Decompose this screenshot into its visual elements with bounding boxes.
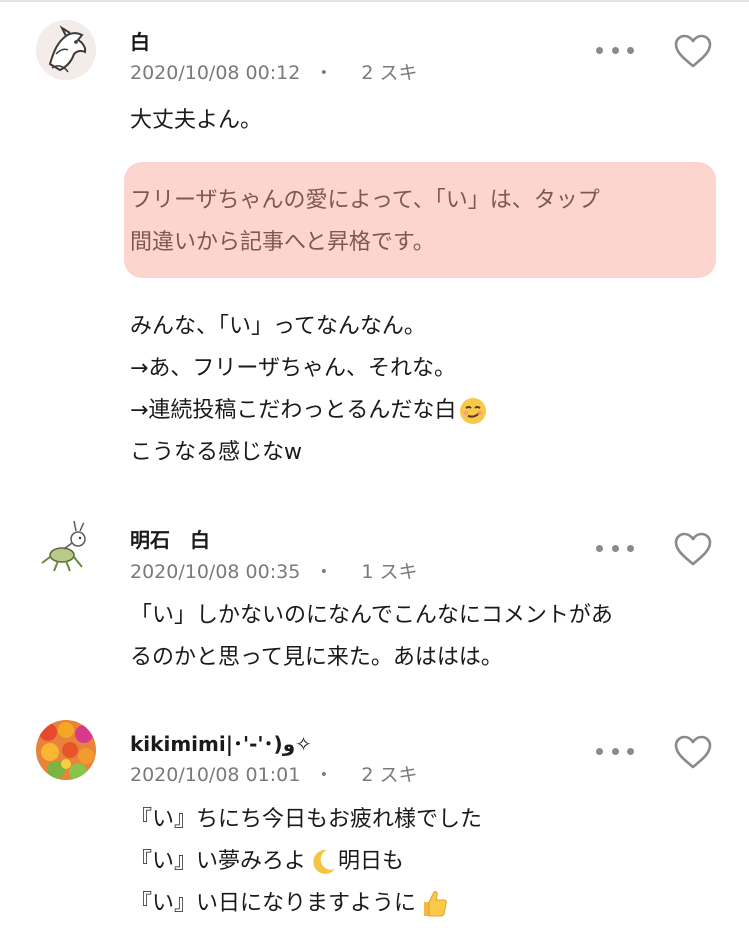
smirk-emoji-icon [460,398,487,424]
comment-author[interactable]: kikimimi|･'-'･)و✧ [130,728,312,757]
comment-line: るのかと思って見に来た。あははは。 [130,645,503,670]
comment-meta: 2020/10/08 01:01 ・ 2 スキ [130,760,417,787]
comment-date: 2020/10/08 00:12 [130,62,301,84]
comment-line: 『い』ちにち今日もお疲れ様でした [130,807,483,832]
crescent-moon-emoji-icon [313,849,336,874]
comment-line-text: 『い』い夢みろよ [130,849,307,874]
comment-body: 大丈夫よん。 [130,100,262,142]
more-dots-icon[interactable] [596,745,634,757]
thumbs-up-emoji-icon [424,891,447,917]
more-dots-icon[interactable] [596,44,634,56]
highlighted-text: フリーザちゃんの愛によって、「い」は、タップ 間違いから記事へと昇格です。 [130,180,600,264]
comment-line: 「い」しかないのになんでこんなにコメントがあ [130,603,613,628]
comment-line-text: →連続投稿こだわっとるんだな白 [130,398,457,423]
comment-body: 「い」しかないのになんでこんなにコメントがあ るのかと思って見に来た。あははは。 [130,595,613,679]
like-count[interactable]: 2 スキ [361,62,417,84]
comment-1: 白 2020/10/08 00:12 ・ 2 スキ 大丈夫よん。 フリーザちゃんの愛… [0,0,749,490]
comment-line: →あ、フリーザちゃん、それな。 [130,356,456,381]
comment-meta: 2020/10/08 00:35 ・ 1 スキ [130,557,417,584]
meta-separator: ・ [314,764,334,786]
meta-separator: ・ [314,62,334,84]
comment-date: 2020/10/08 00:35 [130,561,301,583]
comment-author[interactable]: 白 [130,26,150,55]
frog-avatar-image [36,517,96,577]
avatar[interactable] [36,720,96,780]
comment-meta: 2020/10/08 00:12 ・ 2 スキ [130,58,417,85]
comment-line: フリーザちゃんの愛によって、「い」は、タップ [130,188,600,213]
comment-line-with-emoji: →連続投稿こだわっとるんだな白 [130,390,488,432]
comment-line: 大丈夫よん。 [130,108,263,133]
comment-line-text: 『い』い日になりますように [130,891,417,916]
heart-outline-icon[interactable] [672,530,714,568]
heart-outline-icon[interactable] [672,32,714,70]
like-count[interactable]: 1 スキ [361,561,417,583]
comment-line: みんな、「い」ってなんなん。 [130,314,426,339]
meta-separator: ・ [314,561,334,583]
comment-line-with-emoji: 『い』い夢みろよ 明日も [130,841,482,883]
comment-line: こうなる感じなw [130,440,302,465]
like-count[interactable]: 2 スキ [361,764,417,786]
comment-body: 『い』ちにち今日もお疲れ様でした 『い』い夢みろよ 明日も 『い』い日になりますよ… [130,799,482,925]
flowers-avatar-image [36,720,96,780]
avatar[interactable] [36,517,96,577]
comment-line: 間違いから記事へと昇格です。 [130,230,435,255]
avatar[interactable] [36,20,96,80]
wolf-avatar-image [36,20,96,80]
comment-line-text: 明日も [338,849,405,874]
comment-date: 2020/10/08 01:01 [130,764,301,786]
comment-body-rest: みんな、「い」ってなんなん。 →あ、フリーザちゃん、それな。 →連続投稿こだわっ… [130,306,488,474]
more-dots-icon[interactable] [596,542,634,554]
heart-outline-icon[interactable] [672,733,714,771]
comment-line-with-emoji: 『い』い日になりますように [130,883,482,925]
comment-author[interactable]: 明石 白 [130,524,210,553]
